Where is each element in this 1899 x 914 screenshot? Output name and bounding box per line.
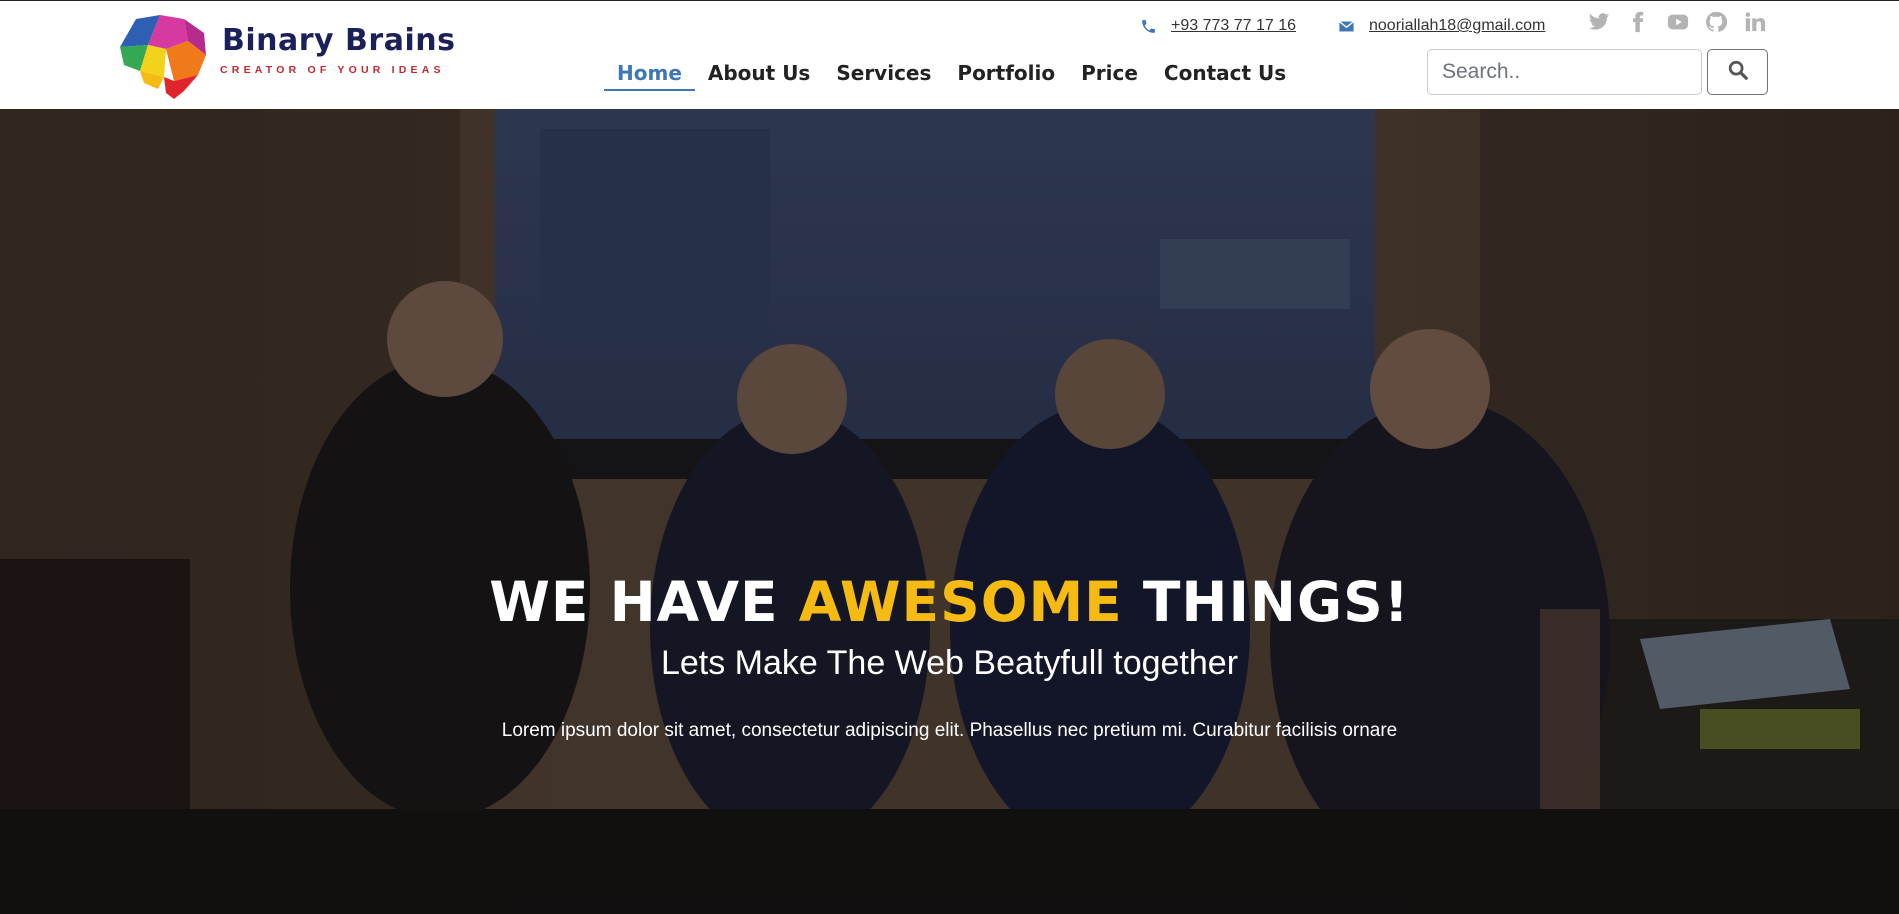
hero-title-end: THINGS! — [1122, 570, 1410, 634]
phone-icon — [1140, 18, 1157, 35]
social-links — [1588, 11, 1766, 33]
github-icon[interactable] — [1705, 11, 1728, 33]
hero-subtitle: Lets Make The Web Beatyfull together — [660, 644, 1239, 682]
brand-name: Binary Brains — [222, 23, 456, 58]
hero-overlay — [0, 109, 1899, 914]
search-button[interactable] — [1707, 49, 1768, 95]
hero-section: WE HAVE AWESOME THINGS! Lets Make The We… — [0, 109, 1899, 914]
brand-logo[interactable]: Binary Brains CREATOR OF YOUR IDEAS — [118, 15, 455, 99]
phone-link[interactable]: +93 773 77 17 16 — [1171, 17, 1296, 35]
youtube-icon[interactable] — [1666, 11, 1689, 33]
phone-contact: +93 773 77 17 16 — [1140, 15, 1296, 37]
envelope-icon — [1338, 18, 1355, 35]
nav-item-contact-us[interactable]: Contact Us — [1151, 53, 1299, 91]
email-contact: nooriallah18@gmail.com — [1338, 15, 1545, 37]
facebook-icon[interactable] — [1627, 11, 1649, 33]
nav-item-home[interactable]: Home — [604, 53, 695, 91]
twitter-icon[interactable] — [1588, 11, 1610, 33]
linkedin-icon[interactable] — [1744, 11, 1766, 33]
search-input[interactable] — [1427, 49, 1702, 95]
main-nav: Home About Us Services Portfolio Price C… — [604, 53, 1299, 99]
site-header: Binary Brains CREATOR OF YOUR IDEAS +93 … — [0, 0, 1899, 109]
brand-tagline: CREATOR OF YOUR IDEAS — [220, 64, 445, 76]
brain-logo-icon — [120, 15, 206, 99]
hero-title: WE HAVE AWESOME THINGS! — [0, 570, 1899, 634]
nav-item-services[interactable]: Services — [823, 53, 944, 91]
hero-title-highlight: AWESOME — [798, 570, 1123, 634]
nav-item-price[interactable]: Price — [1068, 53, 1151, 91]
email-link[interactable]: nooriallah18@gmail.com — [1369, 17, 1545, 35]
hero-description: Lorem ipsum dolor sit amet, consectetur … — [501, 720, 1398, 741]
hero-title-start: WE HAVE — [489, 570, 799, 634]
nav-item-portfolio[interactable]: Portfolio — [944, 53, 1068, 91]
nav-item-about-us[interactable]: About Us — [695, 53, 823, 91]
search-icon — [1727, 59, 1749, 86]
